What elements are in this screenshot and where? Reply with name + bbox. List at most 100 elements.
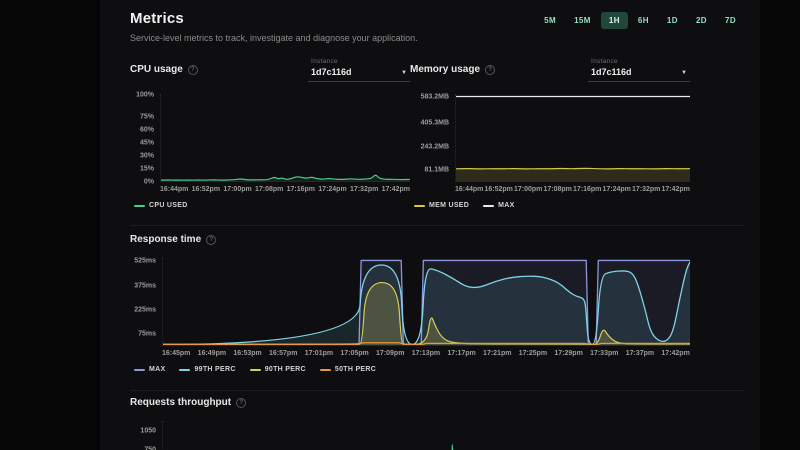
requests-throughput-plot-area [162,421,690,450]
cpu-legend: CPU USED [134,202,410,209]
time-range-5m[interactable]: 5M [536,12,564,29]
series-line-mem-used [456,168,690,169]
y-tick-label: 81.1MB [424,167,449,174]
y-tick-label: 45% [140,139,154,146]
help-icon[interactable]: ? [485,65,495,75]
legend-swatch [179,369,190,371]
requests-throughput-header: Requests throughput ? [130,397,690,417]
x-tick-label: 17:42pm [662,186,690,193]
x-tick-label: 17:00pm [223,186,251,193]
legend-label: MAX [498,202,514,209]
time-range-7d[interactable]: 7D [717,12,744,29]
legend-item-cpu-used[interactable]: CPU USED [134,202,188,209]
x-tick-label: 17:05pm [340,350,368,357]
memory-usage-title: Memory usage ? [410,56,495,75]
legend-item-50th-perc[interactable]: 50TH PERC [320,366,376,373]
x-tick-label: 17:09pm [376,350,404,357]
x-tick-label: 17:24pm [318,186,346,193]
memory-instance-select[interactable]: Instance 1d7c116d ▼ [588,56,690,82]
x-tick-label: 16:45pm [162,350,190,357]
x-tick-label: 17:25pm [519,350,547,357]
legend-item-90th-perc[interactable]: 90TH PERC [250,366,306,373]
memory-x-axis: 16:44pm16:52pm17:00pm17:08pm17:16pm17:24… [455,182,690,193]
x-tick-label: 16:52pm [192,186,220,193]
legend-label: 99TH PERC [194,366,235,373]
legend-item-max[interactable]: MAX [134,366,165,373]
legend-label: 50TH PERC [335,366,376,373]
legend-swatch [320,369,331,371]
legend-item-max[interactable]: MAX [483,202,514,209]
time-range-6h[interactable]: 6H [630,12,657,29]
y-tick-label: 75% [140,113,154,120]
legend-label: 90TH PERC [265,366,306,373]
metrics-page: Metrics Service-level metrics to track, … [100,0,760,450]
page-subtitle: Service-level metrics to track, investig… [130,33,418,43]
x-tick-label: 16:44pm [160,186,188,193]
time-range-1d[interactable]: 1D [659,12,686,29]
cpu-instance-select[interactable]: Instance 1d7c116d ▼ [308,56,410,82]
x-tick-label: 17:37pm [626,350,654,357]
legend-swatch [483,205,494,207]
requests-throughput-title-text: Requests throughput [130,397,231,408]
legend-swatch [250,369,261,371]
x-tick-label: 17:42pm [382,186,410,193]
x-tick-label: 17:01pm [305,350,333,357]
time-range-15m[interactable]: 15M [566,12,599,29]
x-tick-label: 16:57pm [269,350,297,357]
requests-throughput-title: Requests throughput ? [130,397,246,408]
section-divider [130,225,744,226]
cpu-usage-chart: CPU usage ? Instance 1d7c116d ▼ 0% 15% 30%… [130,56,410,209]
x-tick-label: 17:13pm [412,350,440,357]
instance-select-label: Instance [591,58,687,65]
y-tick-label: 0% [144,179,154,186]
x-tick-label: 17:33pm [590,350,618,357]
time-range-2d[interactable]: 2D [688,12,715,29]
y-tick-label: 375ms [134,282,156,289]
y-tick-label: 15% [140,165,154,172]
y-tick-label: 525ms [134,258,156,265]
response-time-chart: Response time ? 75ms 225ms 375ms 525ms 16:4… [130,234,690,373]
series-line-throughput [163,445,690,450]
instance-select-label: Instance [311,58,407,65]
memory-usage-header: Memory usage ? Instance 1d7c116d ▼ [410,56,690,90]
cpu-usage-title: CPU usage ? [130,56,198,75]
response-time-title: Response time ? [130,234,216,245]
response-time-header: Response time ? [130,234,690,254]
legend-item-mem-used[interactable]: MEM USED [414,202,469,209]
legend-item-99th-perc[interactable]: 99TH PERC [179,366,235,373]
legend-label: CPU USED [149,202,188,209]
cpu-usage-title-text: CPU usage [130,64,183,75]
response-time-plot-area [162,258,690,346]
cpu-y-axis: 0%15%30%45%60%75%100% [130,94,160,182]
legend-label: MEM USED [429,202,469,209]
x-tick-label: 17:17pm [447,350,475,357]
memory-usage-title-text: Memory usage [410,64,480,75]
chevron-down-icon: ▼ [401,70,407,76]
y-tick-label: 1050 [140,428,156,435]
requests-throughput-y-axis: 7501050 [130,421,162,450]
page-header: Metrics Service-level metrics to track, … [130,10,418,43]
x-tick-label: 16:44pm [455,186,483,193]
response-time-x-axis: 16:45pm16:49pm16:53pm16:57pm17:01pm17:05… [162,346,690,357]
time-range-selector: 5M15M1H6H1D2D7D [536,12,744,29]
legend-swatch [134,205,145,207]
x-tick-label: 16:49pm [198,350,226,357]
series-area-mem-used [456,168,690,181]
instance-select-value: 1d7c116d [591,67,687,77]
y-tick-label: 30% [140,152,154,159]
legend-label: MAX [149,366,165,373]
x-tick-label: 17:16pm [573,186,601,193]
y-tick-label: 243.2MB [421,143,449,150]
x-tick-label: 17:32pm [350,186,378,193]
time-range-1h[interactable]: 1H [601,12,628,29]
memory-plot-area [455,94,690,182]
y-tick-label: 75ms [138,330,156,337]
help-icon[interactable]: ? [236,398,246,408]
section-divider [130,390,744,391]
help-icon[interactable]: ? [188,65,198,75]
help-icon[interactable]: ? [206,235,216,245]
y-tick-label: 225ms [134,306,156,313]
page-title: Metrics [130,10,418,27]
x-tick-label: 17:00pm [514,186,542,193]
requests-throughput-chart: Requests throughput ? 7501050 [130,397,690,450]
